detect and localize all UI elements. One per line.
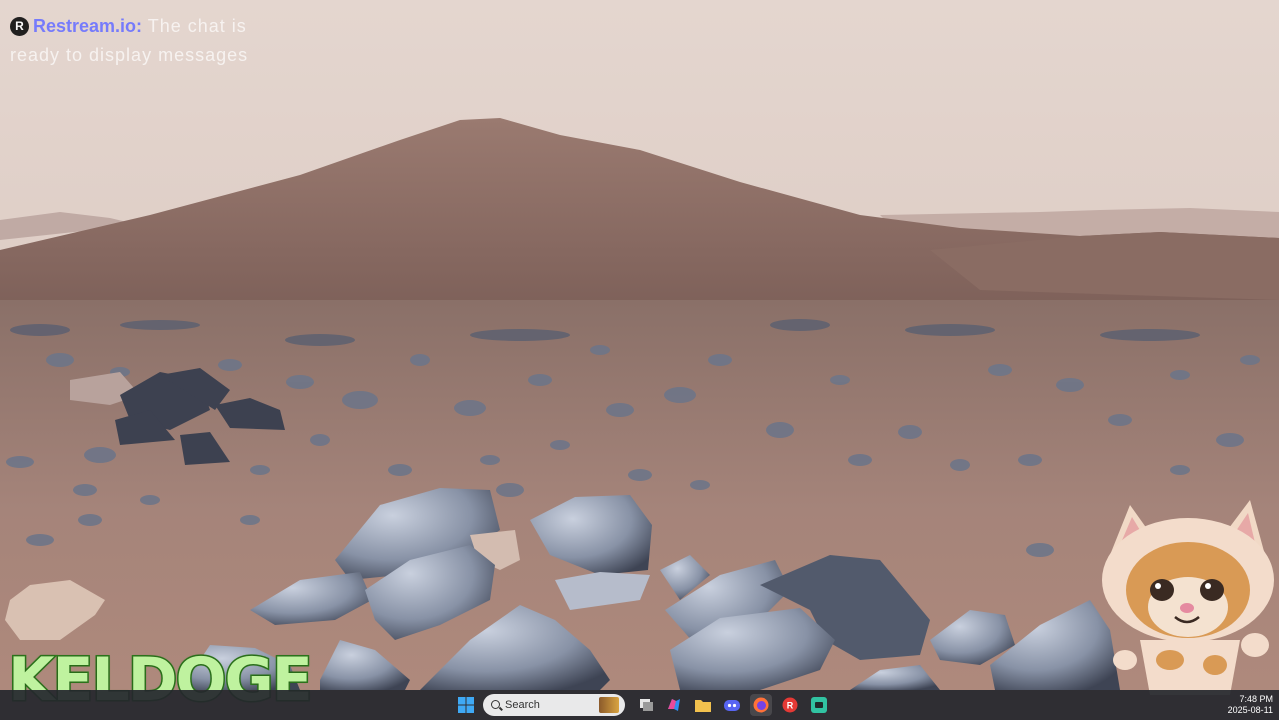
streamlabs-button[interactable] <box>808 694 830 716</box>
system-clock[interactable]: 7:48 PM 2025-08-11 <box>1223 694 1273 716</box>
streamlabs-icon <box>811 697 827 713</box>
discord-button[interactable] <box>721 694 743 716</box>
windows-logo-icon <box>458 697 474 713</box>
windows-taskbar: Search R 7:48 PM 2025-08-11 <box>0 690 1279 720</box>
task-view-button[interactable] <box>636 694 658 716</box>
svg-text:R: R <box>787 701 794 711</box>
clock-time: 7:48 PM <box>1239 694 1273 704</box>
firefox-button[interactable] <box>750 694 772 716</box>
taskbar-search-box[interactable]: Search <box>483 694 625 716</box>
search-highlight-icon <box>599 697 619 713</box>
mars-landscape-background <box>0 0 1279 720</box>
restream-logo-icon: R <box>10 17 29 36</box>
clock-date: 2025-08-11 <box>1227 705 1273 715</box>
firefox-icon <box>753 697 769 713</box>
search-icon <box>491 700 500 709</box>
search-placeholder: Search <box>505 699 540 711</box>
restream-icon: R <box>782 697 798 713</box>
copilot-icon <box>668 699 680 711</box>
file-explorer-button[interactable] <box>692 694 714 716</box>
windows-start-button[interactable] <box>455 694 477 716</box>
restream-button[interactable]: R <box>779 694 801 716</box>
cat-mascot-overlay <box>1102 500 1274 695</box>
discord-icon <box>724 699 740 711</box>
restream-chat-overlay: R Restream.io: The chat is ready to displ… <box>10 12 270 70</box>
folder-icon <box>695 700 711 712</box>
copilot-button[interactable] <box>663 694 685 716</box>
task-view-icon <box>640 699 653 711</box>
chat-brand-label: Restream.io: <box>33 16 143 36</box>
